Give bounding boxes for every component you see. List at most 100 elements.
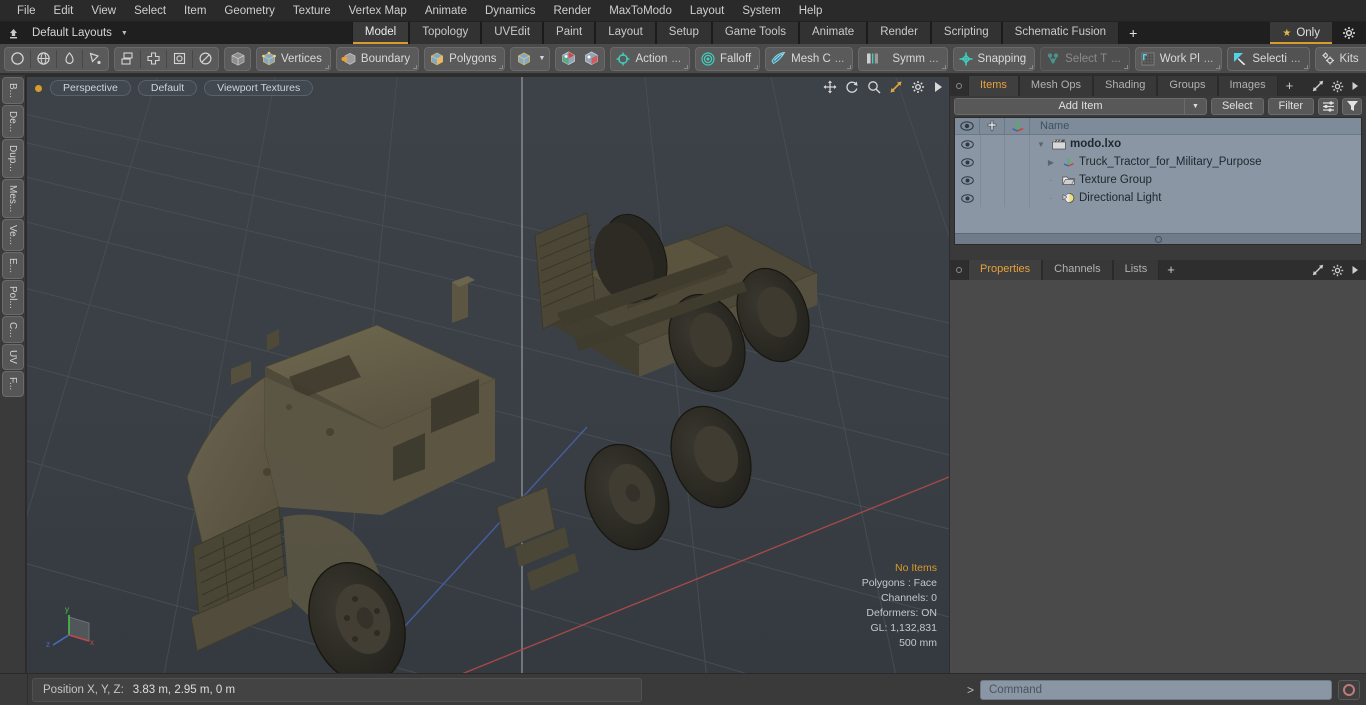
filter-button[interactable]: Filter (1267, 97, 1314, 115)
selection-mode-boundary[interactable]: Boundary (335, 46, 420, 71)
left-tab-deform[interactable]: De... (1, 105, 24, 139)
command-input[interactable] (980, 679, 1332, 700)
left-tab-duplicate[interactable]: Dup... (1, 139, 24, 178)
item-tree-scrollbar[interactable] (955, 233, 1361, 244)
left-tab-edge[interactable]: E... (1, 252, 24, 280)
menu-item-file[interactable]: File (8, 0, 45, 22)
tool-kits[interactable]: Kits (1314, 46, 1366, 71)
column-axis-icon[interactable] (1005, 117, 1030, 135)
add-layout-tab-button[interactable]: + (1119, 23, 1147, 43)
menu-item-dynamics[interactable]: Dynamics (476, 0, 544, 22)
item-tree-row-truck-mesh[interactable]: ▶ Truck_Tractor_for_Military_Purpose (1030, 156, 1262, 168)
row-axis-cell[interactable] (1005, 171, 1030, 189)
tab-schematic-fusion[interactable]: Schematic Fusion (1001, 22, 1120, 44)
list-options-icon[interactable] (1318, 97, 1338, 115)
command-record-button[interactable] (1338, 679, 1360, 700)
mirror-icon[interactable] (116, 48, 139, 70)
select-button[interactable]: Select (1210, 97, 1264, 115)
item-tree-row-directional-light[interactable]: · Directional Light (1030, 192, 1162, 204)
items-dropdown-chevron-icon[interactable]: ▼ (535, 48, 548, 70)
tab-shading[interactable]: Shading (1093, 76, 1158, 96)
expand-panel-icon[interactable] (1312, 80, 1324, 92)
chevron-down-icon[interactable]: ▼ (121, 30, 128, 37)
table-row[interactable]: · Texture Group (955, 171, 1361, 189)
tab-properties[interactable]: Properties (968, 260, 1043, 280)
only-toggle-button[interactable]: ★ Only (1270, 22, 1332, 44)
polygon-pen-icon[interactable] (84, 48, 107, 70)
tab-model[interactable]: Model (351, 22, 410, 44)
snap-cube-b-icon[interactable] (580, 48, 603, 70)
gear-icon[interactable] (911, 80, 925, 94)
left-tab-mesh-edit[interactable]: Mes... (1, 178, 24, 219)
tool-select-through[interactable]: Select T ... (1040, 46, 1130, 71)
item-tree-row-scene[interactable]: ▼ modo.lxo (1030, 138, 1121, 150)
menu-item-view[interactable]: View (82, 0, 125, 22)
settings-gear-icon[interactable] (1332, 22, 1366, 44)
filter-funnel-icon[interactable] (1342, 97, 1362, 115)
left-tab-polygon[interactable]: Pol... (1, 280, 24, 315)
tab-uvedit[interactable]: UVEdit (481, 22, 544, 44)
tab-paint[interactable]: Paint (543, 22, 596, 44)
tab-animate[interactable]: Animate (799, 22, 868, 44)
snap-cube-a-icon[interactable] (557, 48, 580, 70)
tab-lists[interactable]: Lists (1112, 260, 1160, 280)
menu-item-edit[interactable]: Edit (45, 0, 83, 22)
row-visibility-eye-icon[interactable] (955, 157, 980, 167)
center-icon[interactable] (168, 48, 191, 70)
row-visibility-eye-icon[interactable] (955, 139, 980, 149)
selection-mode-polygons[interactable]: Polygons (424, 46, 506, 71)
rotate-icon[interactable] (845, 80, 859, 94)
row-add-cell[interactable] (980, 171, 1005, 189)
item-tree-row-texture-group[interactable]: · Texture Group (1030, 174, 1152, 186)
row-axis-cell[interactable] (1005, 189, 1030, 207)
menu-item-select[interactable]: Select (125, 0, 175, 22)
row-add-cell[interactable] (980, 153, 1005, 171)
add-properties-tab-button[interactable]: + (1159, 261, 1183, 279)
menu-item-layout[interactable]: Layout (681, 0, 734, 22)
tool-action-center[interactable]: Action ... (610, 46, 691, 71)
table-row[interactable]: ▶ Truck_Tractor_for_Military_Purpose (955, 153, 1361, 171)
menu-item-render[interactable]: Render (544, 0, 600, 22)
selection-mode-vertices[interactable]: Vertices (256, 46, 331, 71)
tab-setup[interactable]: Setup (655, 22, 712, 44)
expand-panel-icon[interactable] (1312, 264, 1324, 276)
viewport-shading-selector[interactable]: Default (137, 80, 198, 96)
tool-falloff[interactable]: Falloff (695, 46, 761, 71)
viewport-3d[interactable]: Perspective Default Viewport Textures No… (27, 77, 949, 673)
globe-icon[interactable] (32, 48, 55, 70)
tab-images[interactable]: Images (1217, 76, 1278, 96)
viewport-texture-selector[interactable]: Viewport Textures (204, 80, 314, 96)
tab-render[interactable]: Render (867, 22, 931, 44)
twirl-closed-icon[interactable]: ▶ (1044, 158, 1058, 167)
add-item-button[interactable]: Add Item ▼ (954, 97, 1207, 115)
tab-game-tools[interactable]: Game Tools (711, 22, 799, 44)
row-visibility-eye-icon[interactable] (955, 175, 980, 185)
fit-icon[interactable] (889, 80, 903, 94)
items-cube-icon[interactable] (512, 48, 535, 70)
twirl-open-icon[interactable]: ▼ (1034, 140, 1048, 149)
layout-preset-label[interactable]: Default Layouts (26, 27, 118, 39)
row-visibility-eye-icon[interactable] (955, 193, 980, 203)
add-item-chevron-down-icon[interactable]: ▼ (1183, 97, 1206, 115)
tab-scripting[interactable]: Scripting (930, 22, 1002, 44)
menu-item-vertex-map[interactable]: Vertex Map (340, 0, 416, 22)
panel-gear-icon[interactable] (1331, 80, 1344, 93)
menu-item-texture[interactable]: Texture (284, 0, 340, 22)
radial-icon[interactable] (194, 48, 217, 70)
align-icon[interactable] (142, 48, 165, 70)
chevron-right-icon[interactable] (933, 81, 943, 93)
left-tab-curve[interactable]: C... (1, 315, 24, 344)
scrollbar-knob[interactable] (1154, 235, 1162, 243)
cube-icon[interactable] (226, 48, 249, 70)
home-icon[interactable] (0, 22, 26, 44)
tab-topology[interactable]: Topology (409, 22, 482, 44)
menu-item-item[interactable]: Item (175, 0, 215, 22)
viewport-view-selector[interactable]: Perspective (50, 80, 131, 96)
tool-mesh-constraint[interactable]: Mesh C ... (765, 46, 854, 71)
column-visibility-eye-icon[interactable] (955, 117, 980, 135)
left-tab-basic[interactable]: B... (1, 77, 24, 105)
row-axis-cell[interactable] (1005, 135, 1030, 153)
menu-item-system[interactable]: System (733, 0, 789, 22)
left-tab-fusion[interactable]: F... (1, 371, 24, 397)
menu-item-animate[interactable]: Animate (416, 0, 476, 22)
